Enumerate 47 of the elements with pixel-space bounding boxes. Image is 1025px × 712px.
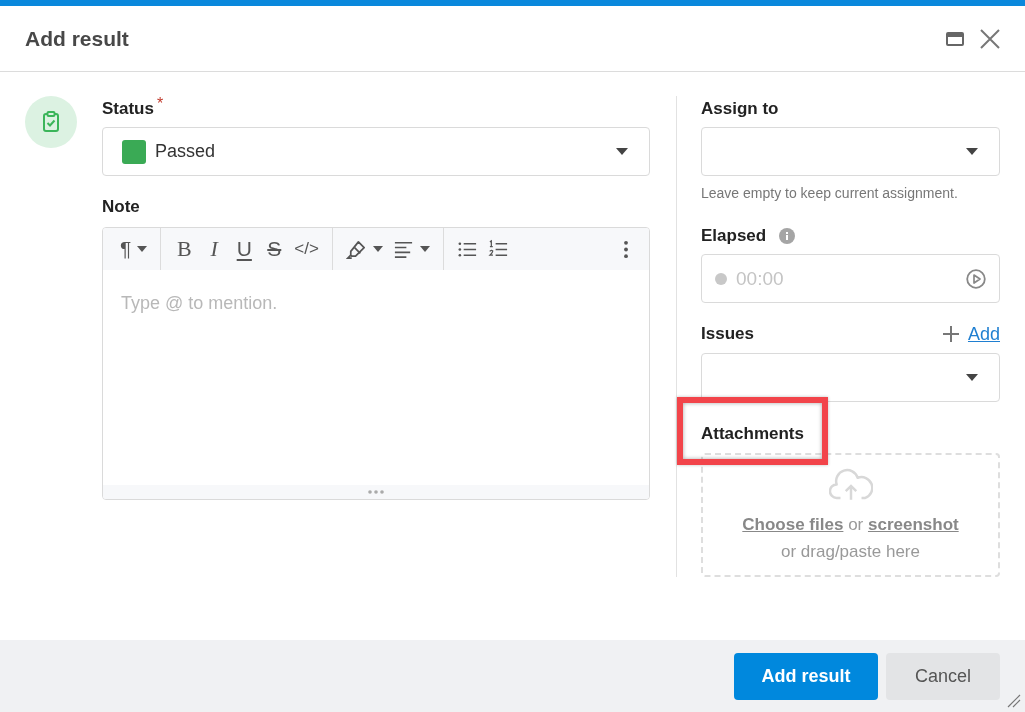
- attachments-label: Attachments: [701, 424, 804, 443]
- more-icon: [623, 238, 629, 260]
- cancel-button[interactable]: Cancel: [886, 652, 1000, 700]
- bold-button[interactable]: B: [169, 232, 200, 266]
- code-button[interactable]: </>: [289, 232, 324, 266]
- elapsed-label: Elapsed: [701, 225, 767, 247]
- dot-icon: [715, 272, 727, 285]
- status-label: Status: [102, 98, 154, 120]
- elapsed-field[interactable]: 00:00: [701, 254, 1000, 303]
- dots-icon: [368, 490, 384, 494]
- issues-label: Issues: [701, 323, 754, 345]
- note-editor[interactable]: ¶ B I U S </> Type @ to mention.: [102, 227, 650, 500]
- choose-files-link[interactable]: Choose files: [742, 515, 844, 534]
- note-label: Note: [102, 196, 140, 218]
- caret-icon: [419, 246, 430, 252]
- upload-instructions: Choose files or screenshot or drag/paste here: [742, 514, 959, 563]
- maximize-button[interactable]: [946, 31, 964, 46]
- maximize-icon: [946, 31, 964, 46]
- status-dropdown[interactable]: Passed: [102, 127, 650, 176]
- submit-button[interactable]: Add result: [734, 652, 878, 700]
- caret-icon: [137, 246, 148, 252]
- plus-icon: [942, 326, 959, 342]
- italic-button[interactable]: I: [199, 232, 230, 266]
- caret-icon: [966, 374, 978, 381]
- cloud-upload-icon: [828, 468, 873, 501]
- resize-grip-icon[interactable]: [1007, 694, 1021, 708]
- close-button[interactable]: [980, 28, 1000, 49]
- info-icon: [779, 228, 796, 244]
- strikethrough-button[interactable]: S: [259, 232, 290, 266]
- assign-hint: Leave empty to keep current assignment.: [701, 184, 959, 202]
- caret-icon: [966, 148, 978, 155]
- add-issue-link[interactable]: Add: [942, 323, 1000, 345]
- time-input[interactable]: 00:00: [736, 267, 966, 290]
- assign-to-label: Assign to: [701, 98, 779, 120]
- caret-icon: [372, 246, 383, 252]
- dialog-title: Add result: [25, 25, 129, 52]
- drop-zone[interactable]: Choose files or screenshot or drag/paste here: [701, 453, 1000, 577]
- required-mark: *: [156, 96, 164, 112]
- underline-button[interactable]: U: [229, 232, 260, 266]
- paragraph-style-button[interactable]: ¶: [115, 232, 153, 266]
- marker-icon: [345, 238, 367, 260]
- play-icon[interactable]: [966, 268, 986, 289]
- clipboard-check-icon: [25, 96, 77, 148]
- issues-dropdown[interactable]: [701, 353, 1000, 402]
- screenshot-link[interactable]: screenshot: [867, 515, 959, 534]
- close-icon: [980, 28, 1000, 49]
- caret-icon: [616, 148, 628, 155]
